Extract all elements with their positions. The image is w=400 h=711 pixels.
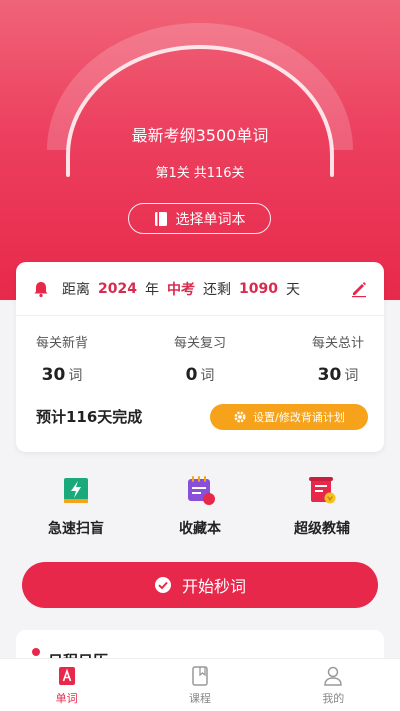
level-info: 第1关 共116关 xyxy=(0,162,400,181)
check-circle-icon xyxy=(154,577,171,593)
plan-card: 距离 2024 年 中考 还剩 1090 天 每关新背 30 词 每关复习 0词 … xyxy=(16,262,384,452)
countdown-prefix: 距离 xyxy=(62,281,90,298)
remain-label: 还剩 xyxy=(202,281,231,298)
edit-icon[interactable] xyxy=(350,280,368,298)
stat-value-row: 30 词 xyxy=(36,365,88,385)
stat-unit: 词 xyxy=(200,368,215,384)
exam-year: 2024 xyxy=(98,280,137,297)
tool-super-tutor[interactable]: 超级教辅 xyxy=(272,474,372,538)
total-levels: 共116关 xyxy=(193,166,245,181)
start-button-label: 开始秒词 xyxy=(181,577,246,596)
select-wordbook-label: 选择单词本 xyxy=(175,211,246,228)
plan-stats: 每关新背 30 词 每关复习 0词 每关总计 30 词 xyxy=(16,332,384,385)
days-unit: 天 xyxy=(285,281,300,298)
edit-plan-button[interactable]: 设置/修改背诵计划 xyxy=(210,404,368,430)
user-icon xyxy=(324,666,343,686)
tab-label: 我的 xyxy=(322,691,345,705)
scroll-medal-icon xyxy=(309,477,336,504)
stat-total: 每关总计 30 词 xyxy=(312,332,364,385)
stat-value: 30 xyxy=(41,365,66,385)
lightning-book-icon xyxy=(64,478,88,503)
tool-label: 超级教辅 xyxy=(294,521,350,537)
tab-label: 课程 xyxy=(188,691,211,705)
exam-name: 中考 xyxy=(166,281,195,298)
start-button[interactable]: 开始秒词 xyxy=(22,562,378,608)
hero-banner: 最新考纲3500单词 第1关 共116关 选择单词本 xyxy=(0,0,400,300)
stat-unit: 词 xyxy=(68,368,83,384)
tool-label: 急速扫盲 xyxy=(48,521,104,537)
stat-value: 30 xyxy=(317,365,342,385)
gear-icon xyxy=(234,411,246,423)
select-wordbook-button[interactable]: 选择单词本 xyxy=(128,203,271,234)
exam-countdown: 距离 2024 年 中考 还剩 1090 天 xyxy=(16,262,384,316)
stat-new: 每关新背 30 词 xyxy=(36,332,88,385)
edit-plan-label: 设置/修改背诵计划 xyxy=(253,411,345,424)
stat-value-row: 0词 xyxy=(174,365,226,385)
current-level: 第1关 xyxy=(155,166,190,181)
tool-quick-scan[interactable]: 急速扫盲 xyxy=(26,474,126,538)
bell-icon xyxy=(34,281,48,297)
wordbook-title: 最新考纲3500单词 xyxy=(131,126,269,145)
book-outline-icon xyxy=(192,665,208,686)
bottom-tabbar: 单词 课程 我的 xyxy=(0,658,400,711)
stat-value-row: 30 词 xyxy=(312,365,364,385)
stat-label: 每关总计 xyxy=(311,336,364,351)
tool-favorites[interactable]: 收藏本 xyxy=(150,474,250,538)
stat-review: 每关复习 0词 xyxy=(174,332,226,385)
book-icon xyxy=(154,211,167,226)
word-a-icon xyxy=(58,666,75,685)
tab-words[interactable]: 单词 xyxy=(0,659,133,711)
tab-profile[interactable]: 我的 xyxy=(267,659,400,711)
stat-value: 0 xyxy=(185,365,198,385)
section-dot xyxy=(32,648,40,656)
progress-arc xyxy=(47,23,353,177)
calendar-badge-icon xyxy=(188,476,215,505)
days-remaining: 1090 xyxy=(238,280,278,297)
stat-label: 每关新背 xyxy=(36,336,89,351)
tab-label: 单词 xyxy=(55,691,78,705)
year-unit: 年 xyxy=(144,281,159,298)
tool-label: 收藏本 xyxy=(179,521,221,537)
completion-estimate: 预计116天完成 xyxy=(36,408,143,426)
tab-courses[interactable]: 课程 xyxy=(133,659,266,711)
stat-unit: 词 xyxy=(344,368,359,384)
stat-label: 每关复习 xyxy=(173,336,226,351)
